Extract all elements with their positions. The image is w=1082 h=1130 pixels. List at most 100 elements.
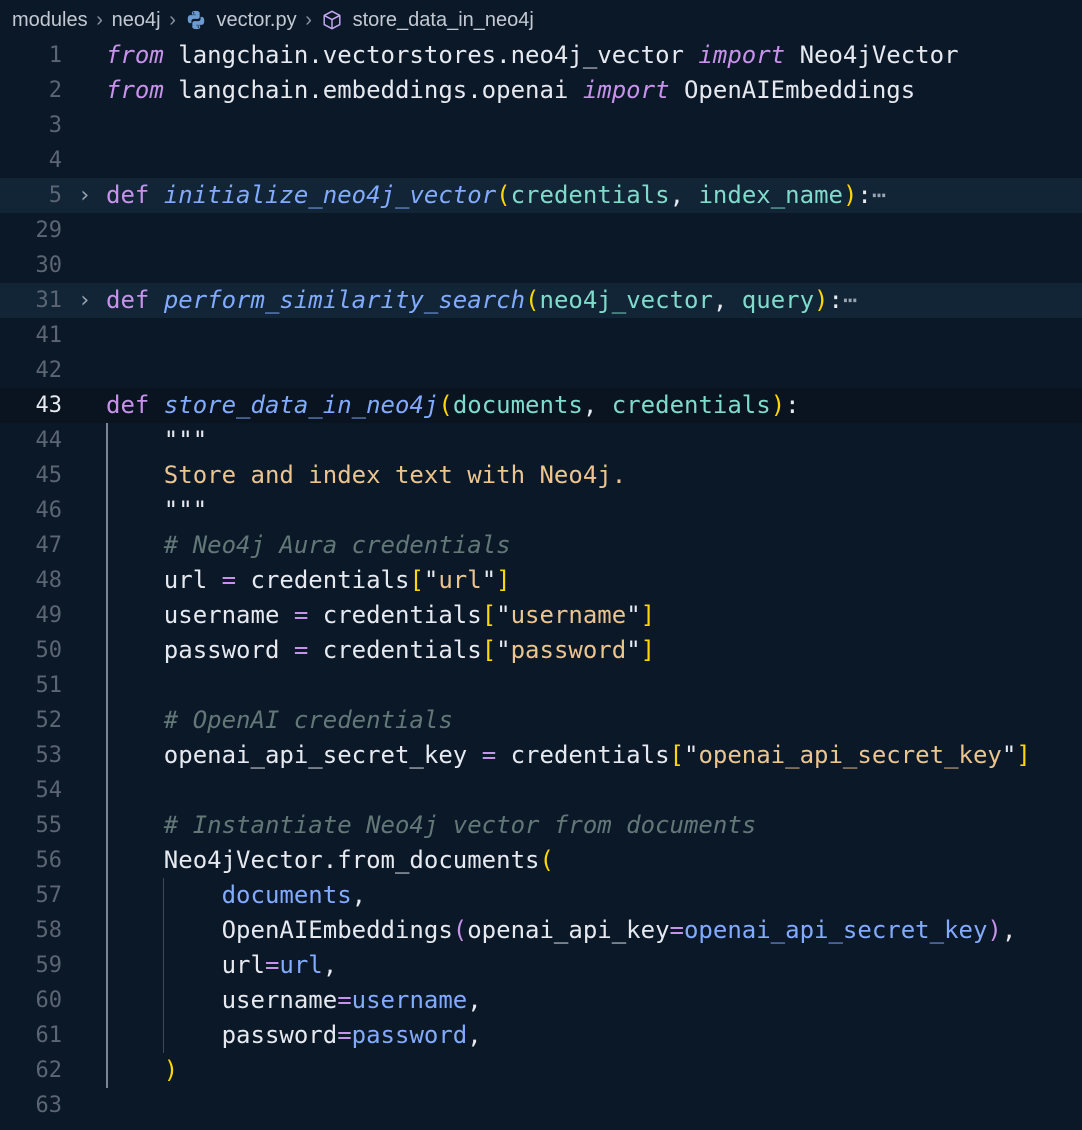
code-line[interactable]: 42 [0, 353, 1082, 388]
code-line[interactable]: 53 openai_api_secret_key = credentials["… [0, 738, 1082, 773]
code-text: OpenAIEmbeddings(openai_api_key=openai_a… [106, 913, 1017, 948]
code-text: username = credentials["username"] [106, 598, 655, 633]
code-text: Store and index text with Neo4j. [106, 458, 626, 493]
code-token: " [626, 636, 641, 664]
code-text: def perform_similarity_search(neo4j_vect… [106, 283, 857, 318]
breadcrumb-item-file[interactable]: vector.py [185, 9, 297, 32]
code-line[interactable]: 29 [0, 213, 1082, 248]
code-token: ] [496, 566, 511, 594]
code-token: , [582, 391, 612, 419]
code-token: password [351, 1021, 468, 1049]
code-token: ] [1016, 741, 1031, 769]
code-token: """ [163, 496, 208, 524]
code-text: ) [106, 1053, 178, 1088]
code-text: password = credentials["password"] [106, 633, 655, 668]
line-number: 60 [35, 988, 63, 1013]
code-token: ) [987, 916, 1002, 944]
line-number: 43 [35, 393, 63, 418]
breadcrumb-label: modules [12, 8, 88, 31]
fold-chevron-icon[interactable]: › [78, 283, 98, 318]
code-token: = [481, 741, 497, 769]
code-token: credentials [611, 391, 771, 419]
code-line[interactable]: 56 Neo4jVector.from_documents( [0, 843, 1082, 878]
code-token: def [106, 181, 150, 209]
code-line[interactable]: 48 url = credentials["url"] [0, 563, 1082, 598]
code-text: # OpenAI credentials [106, 703, 453, 738]
code-line[interactable]: 2 from langchain.embeddings.openai import… [0, 73, 1082, 108]
code-token: , [1001, 916, 1017, 944]
code-text: Neo4jVector.from_documents( [106, 843, 554, 878]
breadcrumb-item-modules[interactable]: modules [12, 9, 88, 32]
code-line[interactable]: 4 [0, 143, 1082, 178]
code-line[interactable]: 46 """ [0, 493, 1082, 528]
line-number: 57 [35, 883, 63, 908]
code-token: from [106, 76, 164, 104]
code-text: """ [106, 423, 207, 458]
code-token: , [467, 1021, 482, 1049]
code-text: from langchain.embeddings.openai import … [106, 73, 915, 108]
code-text: # Instantiate Neo4j vector from document… [106, 808, 756, 843]
code-line[interactable]: 1 from langchain.vectorstores.neo4j_vecto… [0, 38, 1082, 73]
code-token: password [510, 636, 627, 664]
code-token: credentials [236, 566, 410, 594]
line-number: 54 [35, 778, 63, 803]
code-token: ⋯ [842, 286, 858, 314]
chevron-right-icon: › [96, 8, 103, 31]
code-line[interactable]: 47 # Neo4j Aura credentials [0, 528, 1082, 563]
code-line[interactable]: 5 › def initialize_neo4j_vector(credential… [0, 178, 1082, 213]
line-number: 59 [35, 953, 63, 978]
breadcrumb-item-symbol[interactable]: store_data_in_neo4j [321, 9, 534, 32]
code-line[interactable]: 43 def store_data_in_neo4j(documents, cre… [0, 388, 1082, 423]
code-line[interactable]: 50 password = credentials["password"] [0, 633, 1082, 668]
line-number: 63 [35, 1093, 63, 1118]
code-token: openai_api_secret_key [106, 741, 482, 769]
code-line[interactable]: 51 [0, 668, 1082, 703]
code-line[interactable]: 54 [0, 773, 1082, 808]
code-token: " [496, 601, 511, 629]
line-number: 62 [35, 1058, 63, 1083]
breadcrumb-item-neo4j[interactable]: neo4j [112, 9, 161, 32]
code-line[interactable]: 45 Store and index text with Neo4j. [0, 458, 1082, 493]
line-number: 2 [48, 78, 62, 103]
code-token: langchain.embeddings.openai [163, 76, 583, 104]
code-token: username [106, 986, 338, 1014]
code-token: openai_api_key [467, 916, 670, 944]
fold-chevron-icon[interactable]: › [78, 178, 98, 213]
code-token: ( [452, 916, 468, 944]
code-line[interactable]: 49 username = credentials["username"] [0, 598, 1082, 633]
code-token: index_name [698, 181, 843, 209]
line-number: 52 [35, 708, 63, 733]
chevron-right-icon: › [169, 8, 176, 31]
code-line[interactable]: 41 [0, 318, 1082, 353]
code-line[interactable]: 63 [0, 1088, 1082, 1123]
code-token: import [698, 41, 786, 69]
code-token: ] [640, 601, 656, 629]
code-token: = [293, 636, 309, 664]
code-text: documents, [106, 878, 367, 913]
line-number: 3 [48, 113, 62, 138]
code-token: = [264, 951, 280, 979]
code-line[interactable]: 62 ) [0, 1053, 1082, 1088]
code-line[interactable]: 44 """ [0, 423, 1082, 458]
line-number: 50 [35, 638, 63, 663]
code-text: from langchain.vectorstores.neo4j_vector… [106, 38, 959, 73]
code-line[interactable]: 55 # Instantiate Neo4j vector from docum… [0, 808, 1082, 843]
code-line[interactable]: 52 # OpenAI credentials [0, 703, 1082, 738]
code-line[interactable]: 3 [0, 108, 1082, 143]
line-number: 46 [35, 498, 63, 523]
code-token: query [741, 286, 815, 314]
code-token: credentials [308, 601, 482, 629]
line-number: 61 [35, 1023, 63, 1048]
code-line[interactable]: 31 › def perform_similarity_search(neo4j_v… [0, 283, 1082, 318]
code-token: ) [842, 181, 858, 209]
line-number: 51 [35, 673, 63, 698]
code-token: username [351, 986, 468, 1014]
code-line[interactable]: 30 [0, 248, 1082, 283]
code-token: : [857, 181, 872, 209]
breadcrumb: modules › neo4j › vector.py › store_data… [0, 0, 1082, 40]
code-text: url=url, [106, 948, 338, 983]
